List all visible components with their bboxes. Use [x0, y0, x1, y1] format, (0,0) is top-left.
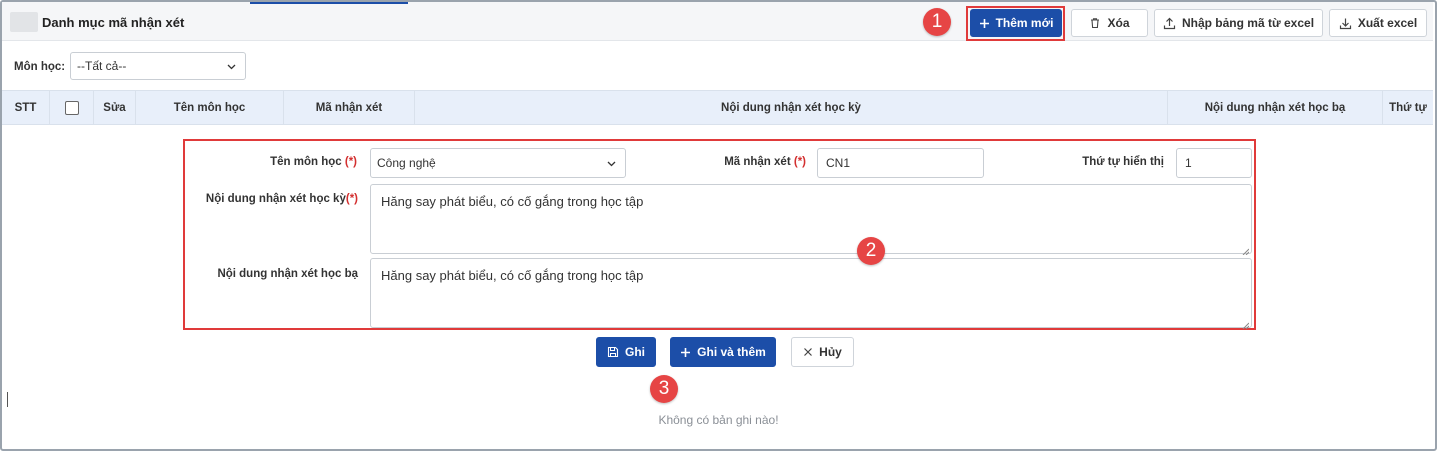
import-excel-button[interactable]: Nhập bảng mã từ excel [1154, 9, 1323, 37]
subject-filter-select[interactable]: --Tất cả-- [70, 52, 246, 80]
select-all-checkbox[interactable] [64, 100, 79, 115]
subject-filter-label: Môn học: [14, 61, 66, 73]
save-label: Ghi [625, 345, 645, 359]
callout-highlight-1 [966, 6, 1065, 41]
report-comment-label: Nội dung nhận xét học bạ [217, 268, 358, 280]
table-header: STT Sửa Tên môn học Mã nhận xét Nội dung… [2, 90, 1433, 125]
active-tab-indicator [250, 2, 408, 4]
column-stt: STT [2, 91, 50, 124]
save-and-add-label: Ghi và thêm [697, 345, 766, 359]
export-excel-label: Xuất excel [1357, 16, 1418, 30]
subject-name-value: Công nghệ [377, 156, 436, 170]
comment-code-input[interactable]: CN1 [817, 148, 984, 178]
required-mark: (*) [345, 193, 358, 205]
upload-icon [1163, 17, 1176, 30]
blurred-logo [10, 12, 38, 32]
resize-handle-icon[interactable] [1241, 317, 1250, 330]
column-comment-code: Mã nhận xét [284, 91, 415, 124]
delete-button[interactable]: Xóa [1071, 9, 1148, 37]
required-mark: (*) [793, 156, 806, 168]
export-excel-button[interactable]: Xuất excel [1329, 9, 1427, 37]
column-report-comment: Nội dung nhận xét học bạ [1168, 91, 1383, 124]
subject-name-label: Tên môn học (*) [270, 156, 357, 168]
delete-label: Xóa [1107, 16, 1130, 30]
report-comment-textarea[interactable]: Hăng say phát biểu, có cố gắng trong học… [370, 258, 1252, 330]
semester-comment-value: Hăng say phát biểu, có cố gắng trong học… [381, 194, 644, 209]
comment-code-label: Mã nhận xét (*) [724, 156, 806, 168]
chevron-down-icon [606, 158, 617, 172]
page-title: Danh mục mã nhận xét [42, 15, 185, 30]
required-mark: (*) [344, 156, 357, 168]
callout-badge-1: 1 [923, 8, 951, 36]
empty-table-message: Không có bản ghi nào! [658, 413, 779, 427]
save-and-add-button[interactable]: Ghi và thêm [670, 337, 776, 367]
trash-icon [1089, 17, 1101, 29]
import-excel-label: Nhập bảng mã từ excel [1181, 16, 1315, 30]
column-subject-name: Tên môn học [136, 91, 284, 124]
column-edit: Sửa [94, 91, 136, 124]
save-button[interactable]: Ghi [596, 337, 656, 367]
column-order: Thứ tự [1389, 101, 1427, 114]
callout-badge-3: 3 [650, 375, 678, 403]
display-order-label: Thứ tự hiển thị [1082, 156, 1164, 168]
close-icon [803, 347, 813, 357]
semester-comment-label: Nội dung nhận xét học kỳ(*) [205, 193, 358, 205]
callout-badge-2: 2 [857, 237, 885, 265]
text-cursor [7, 392, 8, 407]
report-comment-value: Hăng say phát biểu, có cố gắng trong học… [381, 268, 644, 283]
column-select-all [50, 91, 94, 124]
semester-comment-textarea[interactable]: Hăng say phát biểu, có cố gắng trong học… [370, 184, 1252, 256]
download-icon [1339, 17, 1352, 30]
subject-filter-value: --Tất cả-- [77, 59, 127, 73]
cancel-button[interactable]: Hủy [791, 337, 854, 367]
cancel-label: Hủy [819, 345, 842, 359]
column-semester-comment: Nội dung nhận xét học kỳ [415, 91, 1168, 124]
subject-name-select[interactable]: Công nghệ [370, 148, 626, 178]
resize-handle-icon[interactable] [1241, 243, 1250, 256]
plus-icon [680, 347, 691, 358]
chevron-down-icon [226, 61, 237, 75]
floppy-icon [607, 346, 619, 358]
display-order-input[interactable]: 1 [1176, 148, 1252, 178]
